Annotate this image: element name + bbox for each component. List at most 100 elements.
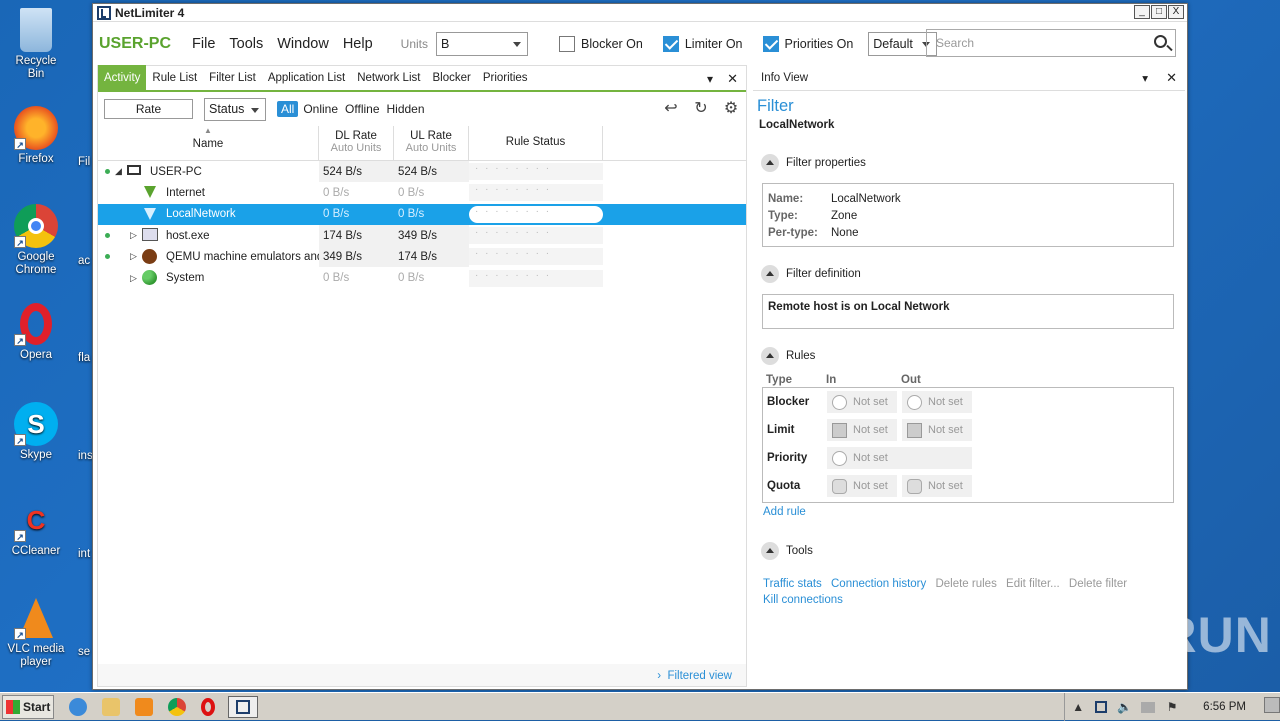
desktop-icon-label: Firefox (18, 153, 54, 165)
tray-expand-icon[interactable]: ▲ (1071, 700, 1085, 714)
vlc-shortcut[interactable]: ↗ VLC media player (6, 596, 66, 669)
column-rule-status[interactable]: Rule Status (469, 126, 603, 160)
menu-tools[interactable]: Tools (229, 36, 263, 52)
ie-icon[interactable] (69, 697, 87, 716)
menu-file[interactable]: File (192, 36, 215, 52)
network-icon[interactable] (1141, 701, 1156, 713)
rules-section[interactable]: Rules (761, 347, 815, 365)
flag-icon[interactable]: ⚑ (1165, 700, 1179, 714)
blocker-out-chip[interactable]: Not set (902, 391, 972, 413)
chevron-right-icon: › (657, 670, 668, 682)
pane-menu-icon[interactable]: ▾ (1142, 71, 1148, 85)
filter-all[interactable]: All (277, 101, 299, 117)
chrome-shortcut[interactable]: ↗ Google Chrome (6, 204, 66, 277)
limit-out-chip[interactable]: Not set (902, 419, 972, 441)
maximize-button[interactable]: □ (1151, 5, 1167, 19)
tab-priorities[interactable]: Priorities (477, 65, 534, 91)
pane-close-icon[interactable]: ✕ (727, 71, 738, 87)
connection-history-link[interactable]: Connection history (831, 578, 926, 590)
ccleaner-shortcut[interactable]: C ↗ CCleaner (6, 498, 66, 558)
limiter-toggle[interactable]: Limiter On (662, 36, 743, 52)
desktop-icon-label: fla (78, 352, 91, 364)
clock[interactable]: 6:56 PM (1203, 701, 1246, 713)
tab-network-list[interactable]: Network List (351, 65, 426, 91)
collapse-icon[interactable]: ◢ (115, 166, 122, 177)
show-desktop-button[interactable] (1264, 697, 1280, 713)
filter-hidden[interactable]: Hidden (387, 102, 425, 116)
anyrun-watermark: ANY RUN (1038, 607, 1272, 663)
priority-chip[interactable]: Not set (827, 447, 972, 469)
expand-icon[interactable]: ▷ (130, 251, 137, 262)
column-dl-rate[interactable]: DL Rate Auto Units (319, 126, 394, 160)
priorities-toggle[interactable]: Priorities On (762, 36, 853, 52)
opera-shortcut[interactable]: ↗ Opera (6, 302, 66, 362)
chrome-icon[interactable] (168, 697, 186, 716)
column-ul-rate[interactable]: UL Rate Auto Units (394, 126, 469, 160)
filtered-view-link[interactable]: › Filtered view (657, 670, 732, 682)
collapse-icon (761, 154, 779, 172)
filter-online[interactable]: Online (303, 102, 338, 116)
rule-status-cell (469, 163, 603, 181)
column-name[interactable]: ▲ Name (98, 126, 319, 160)
row-dl: 174 B/s (319, 224, 394, 247)
blocker-label: Blocker On (581, 37, 643, 51)
media-player-icon[interactable] (135, 697, 153, 716)
firefox-shortcut[interactable]: ↗ Firefox (6, 106, 66, 166)
limit-in-chip[interactable]: Not set (827, 419, 897, 441)
netlimiter-taskbar-button[interactable] (228, 695, 258, 718)
tab-application-list[interactable]: Application List (262, 65, 351, 91)
row-ul: 0 B/s (398, 186, 425, 199)
quota-in-chip[interactable]: Not set (827, 475, 897, 497)
menu-help[interactable]: Help (343, 36, 373, 52)
undo-icon[interactable]: ↩ (662, 100, 680, 118)
volume-icon[interactable]: 🔈 (1117, 700, 1132, 714)
opera-icon[interactable] (201, 697, 215, 716)
tab-rule-list[interactable]: Rule List (146, 65, 203, 91)
table-row[interactable]: ▷ QEMU machine emulators and 349 B/s 174… (98, 246, 746, 268)
table-row[interactable]: ◢ USER-PC 524 B/s 524 B/s (98, 161, 746, 183)
tools-section[interactable]: Tools (761, 542, 813, 560)
close-button[interactable]: X (1168, 5, 1184, 19)
netlimiter-tray-icon[interactable] (1095, 701, 1108, 713)
status-select[interactable]: Status (204, 97, 266, 121)
search-input[interactable]: Search (926, 29, 1176, 57)
search-icon[interactable] (1154, 35, 1167, 48)
pane-menu-icon[interactable]: ▾ (707, 72, 713, 86)
recycle-bin-shortcut[interactable]: Recycle Bin (6, 8, 66, 81)
table-row-selected[interactable]: LocalNetwork 0 B/s 0 B/s (98, 203, 746, 225)
traffic-stats-link[interactable]: Traffic stats (763, 578, 822, 590)
column-dl-label: DL Rate (335, 130, 377, 142)
folder-icon[interactable] (102, 697, 120, 716)
gear-icon[interactable]: ⚙ (722, 100, 740, 118)
tab-blocker[interactable]: Blocker (426, 65, 476, 91)
blocker-toggle[interactable]: Blocker On (559, 36, 643, 52)
units-select[interactable]: B (436, 32, 528, 56)
prop-key: Type: (768, 209, 798, 222)
row-dl: 524 B/s (319, 161, 394, 183)
menu-window[interactable]: Window (277, 36, 329, 52)
skype-shortcut[interactable]: S ↗ Skype (6, 402, 66, 462)
filter-properties-section[interactable]: Filter properties (761, 154, 866, 172)
pane-close-icon[interactable]: ✕ (1166, 70, 1177, 86)
expand-icon[interactable]: ▷ (130, 273, 137, 284)
title-bar[interactable]: NetLimiter 4 _ □ X (93, 4, 1187, 22)
filter-definition-section[interactable]: Filter definition (761, 265, 861, 283)
add-rule-link[interactable]: Add rule (763, 506, 806, 518)
table-row[interactable]: ▷ System 0 B/s 0 B/s (98, 267, 746, 288)
start-button[interactable]: Start (2, 694, 54, 719)
system-icon (142, 270, 157, 286)
tab-filter-list[interactable]: Filter List (203, 65, 262, 91)
table-row[interactable]: ▷ host.exe 174 B/s 349 B/s (98, 224, 746, 247)
kill-connections-link[interactable]: Kill connections (763, 594, 843, 606)
blocker-in-chip[interactable]: Not set (827, 391, 897, 413)
expand-icon[interactable]: ▷ (130, 230, 137, 241)
rules-col-in: In (826, 374, 837, 386)
quota-out-chip[interactable]: Not set (902, 475, 972, 497)
refresh-icon[interactable]: ↻ (692, 100, 710, 118)
row-ul: 0 B/s (398, 272, 425, 285)
table-row[interactable]: Internet 0 B/s 0 B/s (98, 182, 746, 203)
filter-offline[interactable]: Offline (345, 102, 379, 116)
rate-filter-input[interactable]: Rate (104, 99, 193, 119)
tab-activity[interactable]: Activity (98, 65, 147, 91)
minimize-button[interactable]: _ (1134, 5, 1150, 19)
